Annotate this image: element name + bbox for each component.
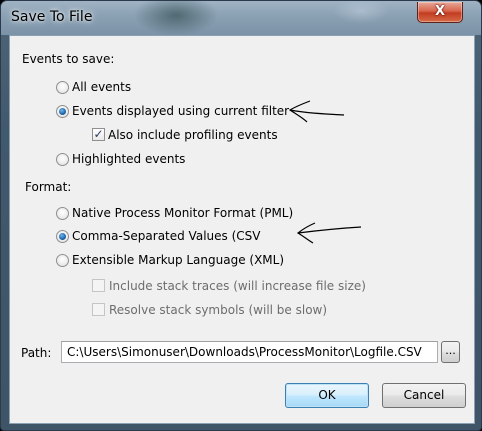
radio-highlighted-events-label[interactable]: Highlighted events [72,152,185,166]
hand-drawn-arrow-icon [296,222,362,244]
format-section-label: Format: [25,180,72,194]
radio-format-xml[interactable] [56,254,69,267]
path-input[interactable]: C:\Users\Simonuser\Downloads\ProcessMoni… [61,341,438,363]
save-to-file-dialog: Save To File X Events to save: All event… [0,0,482,431]
close-icon: X [434,4,446,19]
checkbox-resolve-stack-symbols[interactable] [92,303,105,316]
radio-all-events[interactable] [56,81,69,94]
title-bar[interactable]: Save To File X [1,1,481,35]
radio-format-pml[interactable] [56,207,69,220]
ok-button[interactable]: OK [285,383,369,408]
radio-format-xml-label[interactable]: Extensible Markup Language (XML) [72,253,284,267]
radio-current-filter[interactable] [56,105,69,118]
radio-all-events-label[interactable]: All events [72,80,131,94]
browse-button[interactable]: ... [441,341,460,363]
radio-format-csv[interactable] [56,230,69,243]
checkbox-resolve-stack-symbols-label: Resolve stack symbols (will be slow) [109,303,328,317]
checkbox-include-stack-traces-label: Include stack traces (will increase file… [109,279,366,293]
hand-drawn-arrow-icon [288,100,345,123]
radio-current-filter-label[interactable]: Events displayed using current filter [72,104,289,118]
events-section-label: Events to save: [22,52,115,66]
checkbox-profiling-events-label[interactable]: Also include profiling events [108,128,278,142]
dialog-body: Events to save: All events Events displa… [9,35,475,424]
radio-format-csv-label[interactable]: Comma-Separated Values (CSV [72,229,260,243]
checkmark-icon: ✓ [93,127,104,141]
checkbox-profiling-events[interactable]: ✓ [92,128,105,141]
checkbox-include-stack-traces[interactable] [92,279,105,292]
close-button[interactable]: X [417,2,463,23]
path-label: Path: [21,346,52,360]
dialog-title: Save To File [11,9,93,25]
cancel-button[interactable]: Cancel [382,383,466,408]
radio-highlighted-events[interactable] [56,153,69,166]
radio-format-pml-label[interactable]: Native Process Monitor Format (PML) [72,206,293,220]
